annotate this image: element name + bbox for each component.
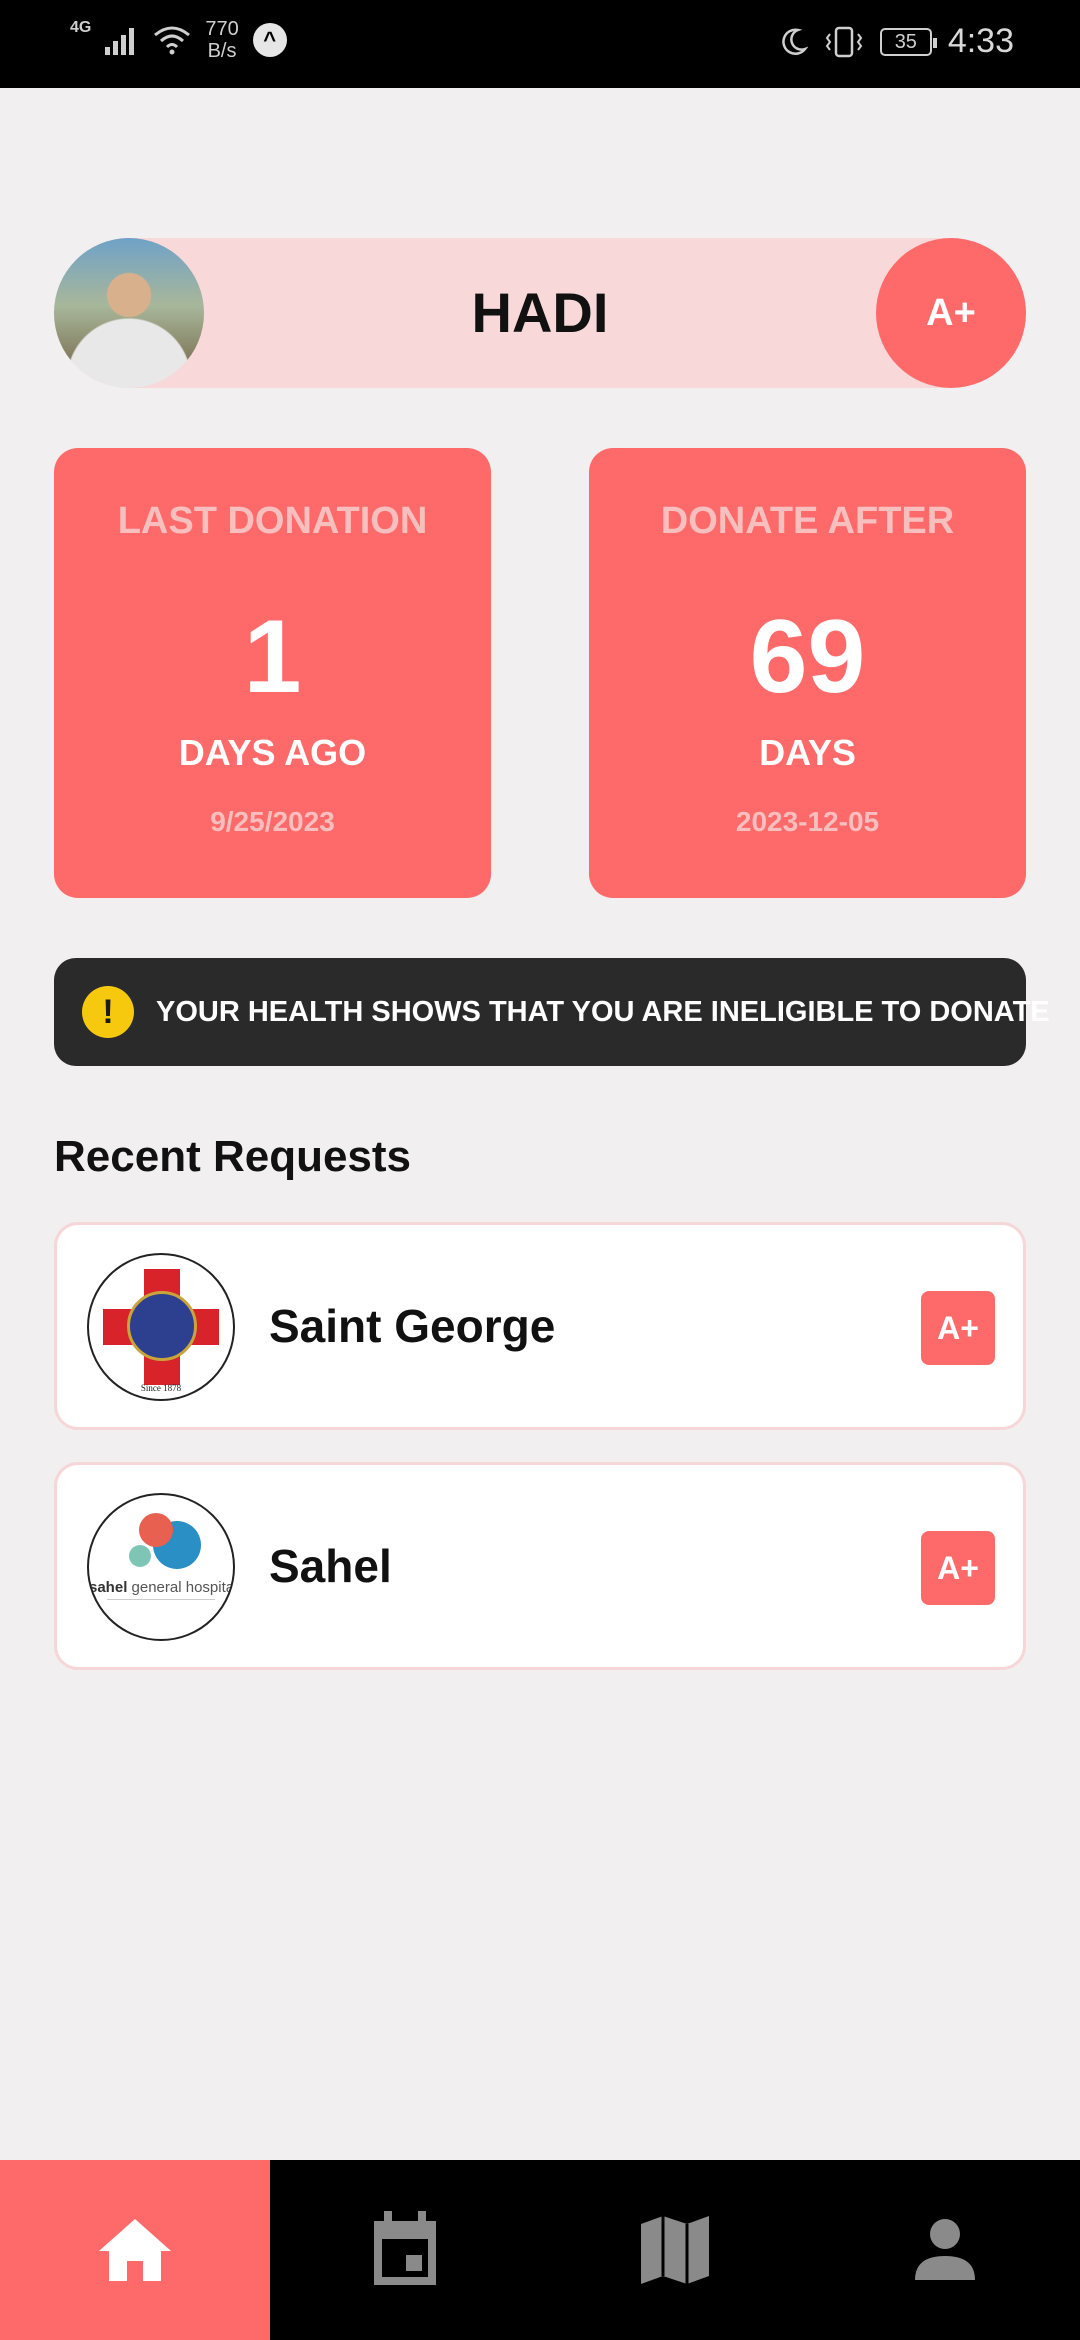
network-speed: 770 B/s: [205, 18, 238, 62]
vibrate-icon: [825, 26, 863, 57]
last-donation-card: LAST DONATION 1 DAYS AGO 9/25/2023: [54, 448, 491, 898]
recent-requests-title: Recent Requests: [54, 1132, 412, 1181]
home-icon: [99, 2219, 171, 2281]
request-hospital-name: Sahel: [269, 1540, 392, 1592]
saint-george-logo: Since 1878: [87, 1253, 235, 1401]
signal-icon: [105, 28, 135, 55]
nav-profile[interactable]: [810, 2160, 1080, 2340]
sahel-logo-text: sahel general hospital: [89, 1579, 235, 1596]
donate-after-date: 2023-12-05: [735, 806, 880, 837]
warning-icon: !: [82, 986, 134, 1038]
request-hospital-name: Saint George: [269, 1300, 556, 1352]
request-blood-type-badge: A+: [921, 1291, 995, 1365]
battery-indicator: 35: [879, 27, 937, 56]
moon-icon: [782, 27, 808, 55]
map-icon: [641, 2216, 709, 2284]
profile-header: HADI A+: [54, 238, 1026, 388]
sahel-logo: sahel general hospital: [87, 1493, 235, 1641]
person-icon: [915, 2219, 975, 2280]
request-blood-type-badge: A+: [921, 1531, 995, 1605]
nav-calendar[interactable]: [270, 2160, 540, 2340]
app-notification-icon: ^: [252, 23, 287, 57]
status-left: 4G 770 B/s ^: [70, 18, 287, 62]
logo-caption: Since 1878: [140, 1383, 182, 1393]
profile-name: HADI: [471, 281, 609, 344]
clock: 4:33: [947, 22, 1014, 60]
last-donation-title: LAST DONATION: [117, 500, 428, 542]
calendar-icon: [374, 2211, 436, 2285]
nav-map[interactable]: [540, 2160, 810, 2340]
speed-unit: B/s: [207, 40, 237, 62]
last-donation-value: 1: [243, 599, 302, 715]
donate-after-card: DONATE AFTER 69 DAYS 2023-12-05: [589, 448, 1026, 898]
status-right: 35 4:33: [778, 22, 1014, 61]
nav-home[interactable]: [0, 2160, 270, 2340]
network-type: 4G: [70, 19, 92, 36]
warning-text: YOUR HEALTH SHOWS THAT YOU ARE INELIGIBL…: [156, 995, 1050, 1028]
request-card-saint-george[interactable]: Since 1878 Saint George A+: [54, 1222, 1026, 1430]
last-donation-unit: DAYS AGO: [178, 732, 367, 773]
speed-value: 770: [205, 18, 239, 40]
avatar[interactable]: [54, 238, 204, 388]
donate-after-unit: DAYS: [759, 732, 856, 773]
donate-after-title: DONATE AFTER: [660, 500, 955, 542]
donate-after-value: 69: [749, 599, 866, 715]
status-bar: 4G 770 B/s ^ 35 4:33: [0, 0, 1080, 88]
last-donation-date: 9/25/2023: [210, 806, 335, 837]
bottom-navigation: [0, 2160, 1080, 2340]
eligibility-warning: ! YOUR HEALTH SHOWS THAT YOU ARE INELIGI…: [54, 958, 1050, 1066]
request-card-sahel[interactable]: sahel general hospital Sahel A+: [54, 1462, 1026, 1670]
wifi-icon: [154, 26, 191, 55]
blood-type-badge: A+: [876, 238, 1026, 388]
